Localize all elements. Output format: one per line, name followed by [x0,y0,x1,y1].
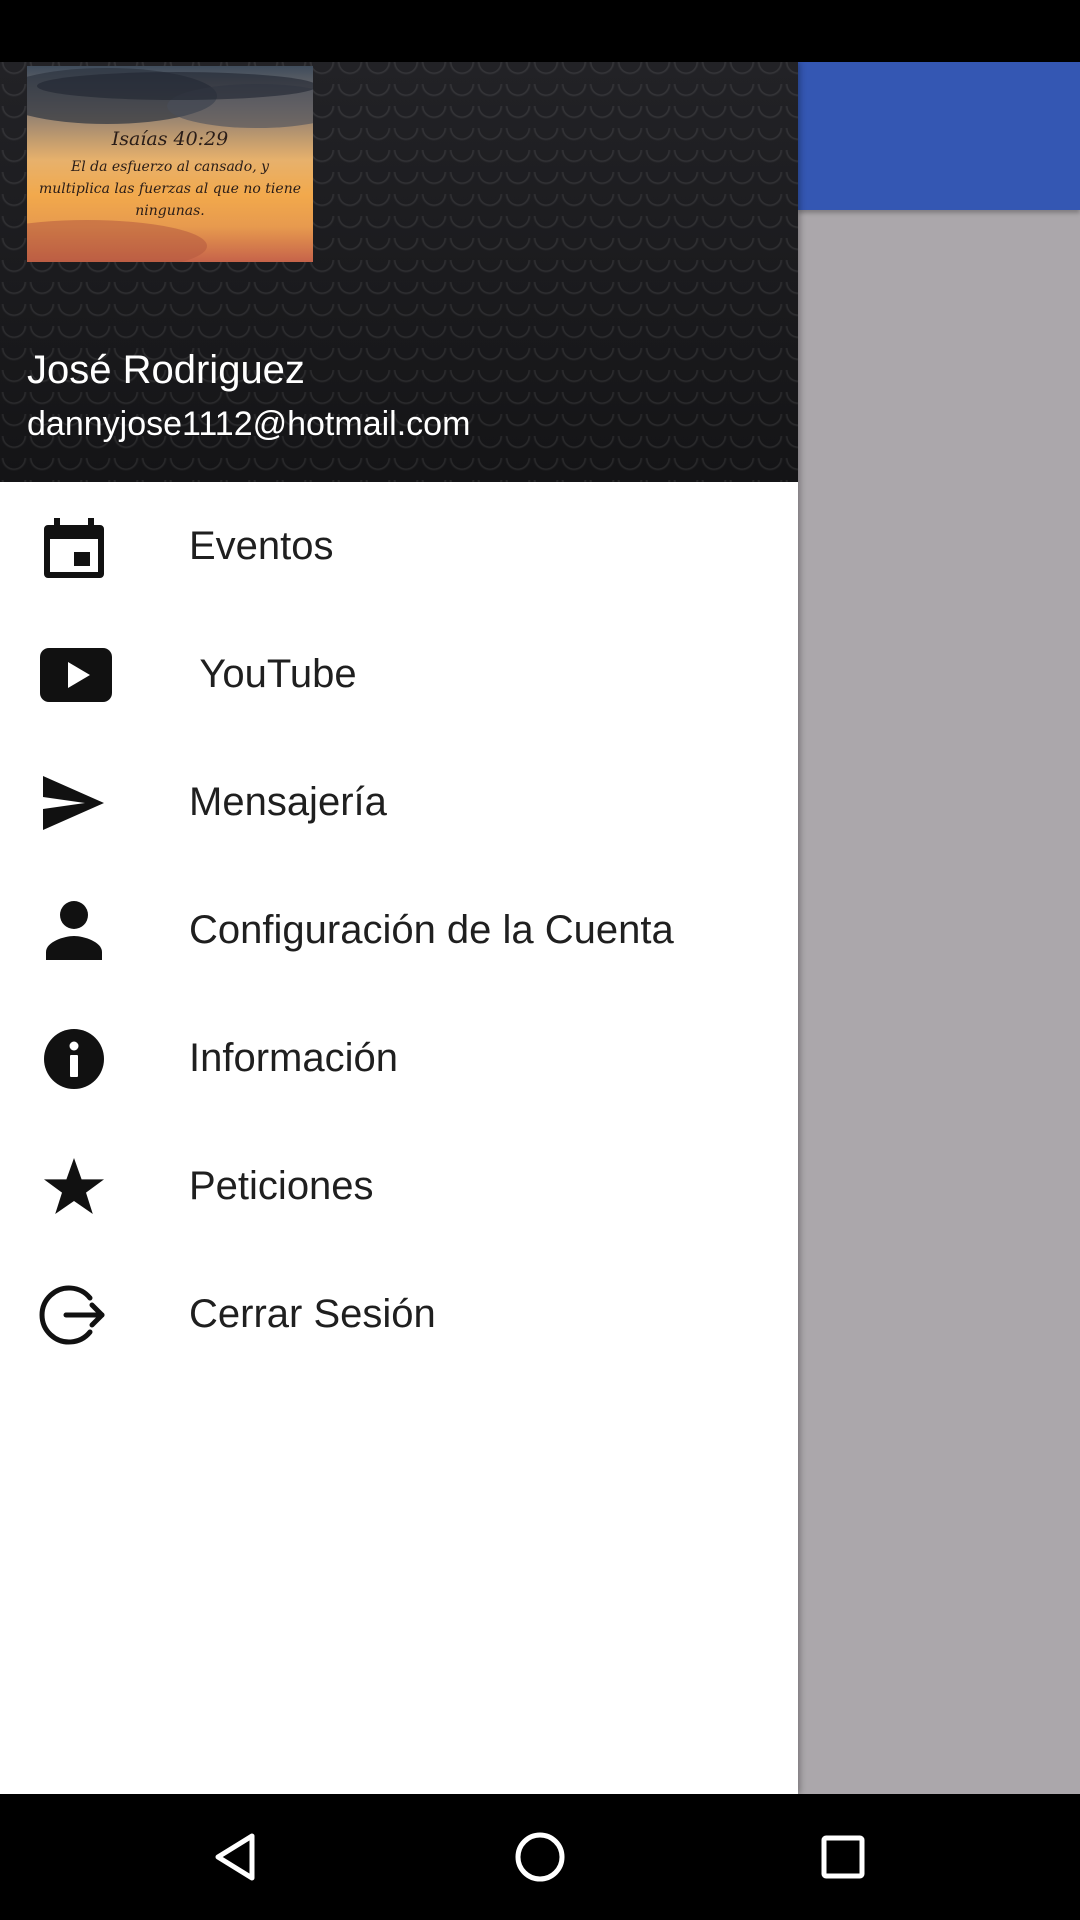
status-bar [0,0,1080,62]
verse-text: El da esfuerzo al cansado, y multiplica … [39,159,301,219]
info-icon [38,1028,110,1090]
verse-reference: Isaías 40:29 [111,128,229,150]
menu-item-configuracion[interactable]: Configuración de la Cuenta [0,866,798,994]
menu-label-youtube: YouTube [189,652,357,696]
menu-label-cerrar-sesion: Cerrar Sesión [189,1292,436,1336]
calendar-event-icon [38,516,110,578]
recents-icon[interactable] [808,1822,878,1892]
menu-item-peticiones[interactable]: Peticiones [0,1122,798,1250]
menu-item-informacion[interactable]: Información [0,994,798,1122]
youtube-icon [38,644,112,706]
menu-item-youtube[interactable]: YouTube [0,610,798,738]
system-navigation-bar [0,1794,1080,1920]
app-toolbar [798,62,1080,210]
home-icon[interactable] [505,1822,575,1892]
verse-image: Isaías 40:29 El da esfuerzo al cansado, … [27,66,313,262]
menu-item-cerrar-sesion[interactable]: Cerrar Sesión [0,1250,798,1378]
navigation-drawer: Isaías 40:29 El da esfuerzo al cansado, … [0,62,798,1794]
drawer-header: Isaías 40:29 El da esfuerzo al cansado, … [0,62,798,482]
user-email: dannyjose1112@hotmail.com [27,405,471,443]
menu-label-informacion: Información [189,1036,398,1080]
star-icon [38,1156,110,1218]
menu-item-mensajeria[interactable]: Mensajería [0,738,798,866]
logout-icon [38,1284,110,1346]
back-icon[interactable] [202,1822,272,1892]
send-icon [38,772,110,834]
menu-label-mensajeria: Mensajería [189,780,387,824]
menu-item-eventos[interactable]: Eventos [0,482,798,610]
person-icon [38,900,110,962]
menu-label-peticiones: Peticiones [189,1164,374,1208]
menu-label-eventos: Eventos [189,524,334,568]
menu-label-configuracion: Configuración de la Cuenta [189,908,674,952]
user-name: José Rodriguez [27,348,305,392]
